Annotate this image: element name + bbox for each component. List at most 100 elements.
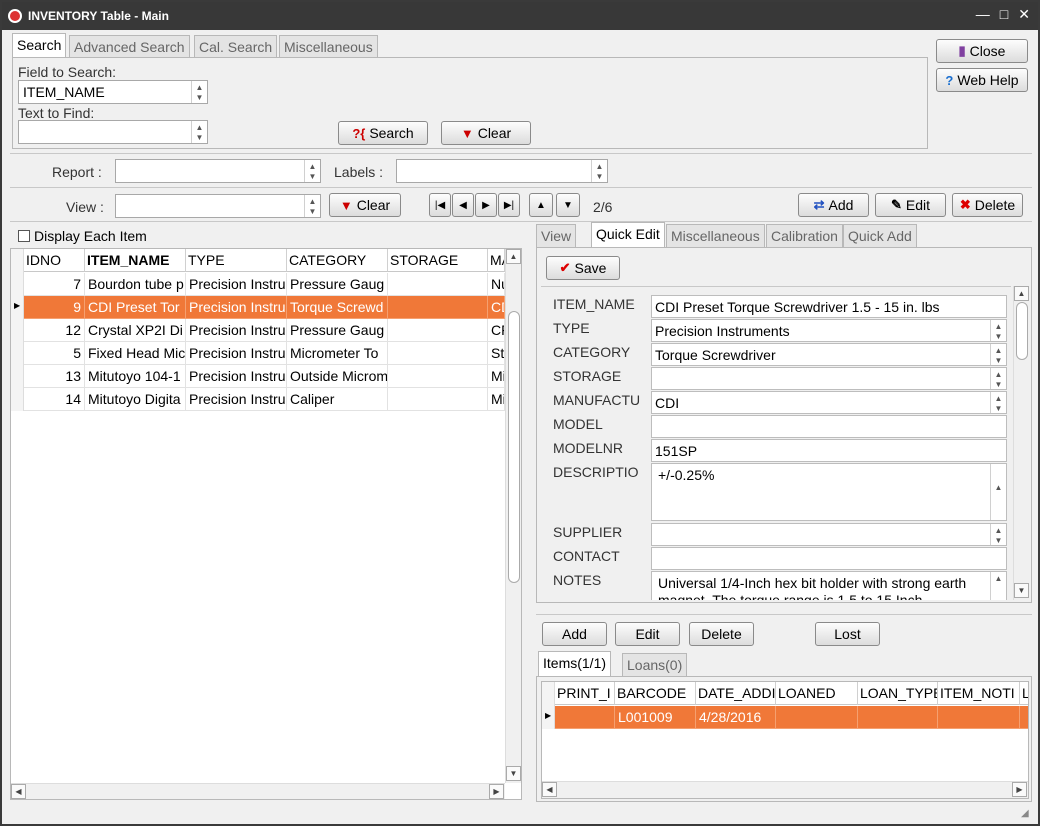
scroll-left-icon[interactable]: ◀ [542,782,557,797]
column-header[interactable]: BARCODE [615,682,696,705]
column-header[interactable]: IDNO [24,249,85,272]
last-record-button[interactable]: ▶| [498,193,520,217]
tab-quick-add[interactable]: Quick Add [843,224,917,247]
type-combo[interactable]: Precision Instruments ▲ ▼ [651,319,1007,342]
sub-delete-button[interactable]: Delete [689,622,754,646]
search-button[interactable]: ?{ Search [338,121,428,145]
scroll-left-icon[interactable]: ◀ [11,784,26,799]
tab-items[interactable]: Items(1/1) [538,651,612,676]
tab-search[interactable]: Search [12,33,67,58]
edit-button[interactable]: ✎ Edit [875,193,946,217]
web-help-button[interactable]: ? Web Help [936,68,1028,92]
column-header[interactable]: TYPE [186,249,287,272]
descriptio-textarea[interactable]: +/-0.25% ▲▼ [651,463,1007,521]
notes-value: Universal 1/4-Inch hex bit holder with s… [658,575,967,600]
field-to-search-combo[interactable]: ITEM_NAME ▲ ▼ [18,80,208,104]
tab-cal-search[interactable]: Cal. Search [194,35,278,58]
title-bar[interactable]: INVENTORY Table - Main — □ ✕ [2,2,1038,30]
spin-arrows-icon[interactable]: ▲ ▼ [990,392,1006,413]
textarea-scroll-icon[interactable]: ▲▼ [990,464,1006,520]
table-cell: Mitutoyo 104-1 [85,365,186,388]
tab-miscellaneous-search[interactable]: Miscellaneous [279,35,378,58]
view-combo[interactable]: ▲ ▼ [115,194,321,218]
spin-arrows-icon[interactable]: ▲ ▼ [990,524,1006,545]
display-each-item-checkbox[interactable]: Display Each Item [18,228,147,244]
spin-arrows-icon[interactable]: ▲ ▼ [191,121,207,143]
column-header[interactable]: ITEM_NOTI [938,682,1020,705]
spin-arrows-icon[interactable]: ▲ ▼ [304,160,320,182]
save-button[interactable]: ✔ Save [546,256,620,280]
add-button[interactable]: ⇄ Add [798,193,869,217]
item-name-input[interactable]: CDI Preset Torque Screwdriver 1.5 - 15 i… [651,295,1007,318]
column-header[interactable]: LOANED [776,682,858,705]
scroll-down-icon[interactable]: ▼ [1014,583,1029,598]
storage-combo[interactable]: ▲ ▼ [651,367,1007,390]
descriptio-label: DESCRIPTIO [553,464,639,480]
spin-arrows-icon[interactable]: ▲ ▼ [990,344,1006,365]
column-header[interactable]: MA [488,249,505,272]
category-combo[interactable]: Torque Screwdriver ▲ ▼ [651,343,1007,366]
table-cell [388,365,488,388]
first-record-button[interactable]: |◀ [429,193,451,217]
tab-loans[interactable]: Loans(0) [622,653,688,676]
tab-calibration[interactable]: Calibration [766,224,843,247]
checkbox-box[interactable] [18,230,30,242]
scroll-down-icon[interactable]: ▼ [506,766,521,781]
modelnr-input[interactable]: 151SP [651,439,1007,462]
sub-add-button[interactable]: Add [542,622,607,646]
field-to-search-value: ITEM_NAME [23,84,105,100]
sub-edit-button[interactable]: Edit [615,622,680,646]
scroll-up-icon[interactable]: ▲ [1014,286,1029,301]
spin-arrows-icon[interactable]: ▲ ▼ [990,368,1006,389]
view-clear-button[interactable]: ▼ Clear [329,193,401,217]
column-header[interactable]: CATEGORY [287,249,388,272]
text-to-find-input[interactable]: ▲ ▼ [18,120,208,144]
model-input[interactable] [651,415,1007,438]
table-cell [1020,706,1028,729]
tab-advanced-search[interactable]: Advanced Search [69,35,190,58]
current-row-arrow-icon: ▶ [545,711,552,720]
spin-arrows-icon[interactable]: ▲ ▼ [990,320,1006,341]
column-header[interactable]: LOAN_TYPE [858,682,938,705]
spin-arrows-icon[interactable]: ▲ ▼ [304,195,320,217]
spin-arrows-icon[interactable]: ▲ ▼ [191,81,207,103]
form-vertical-scrollbar[interactable]: ▲ ▼ [1013,286,1030,600]
column-header[interactable]: STORAGE [388,249,488,272]
move-down-button[interactable]: ▼ [556,193,580,217]
prev-record-button[interactable]: ◀ [452,193,474,217]
tab-view[interactable]: View [536,224,577,247]
scroll-right-icon[interactable]: ▶ [489,784,504,799]
scroll-up-icon[interactable]: ▲ [506,249,521,264]
column-header[interactable]: ITEM_NAME [85,249,186,272]
maximize-icon[interactable]: □ [1000,6,1008,23]
textarea-scroll-icon[interactable]: ▲ [990,572,1006,600]
column-header[interactable]: PRINT_I [555,682,615,705]
move-up-button[interactable]: ▲ [529,193,553,217]
scroll-thumb[interactable] [508,311,520,583]
grid-horizontal-scrollbar[interactable]: ◀ ▶ [11,783,505,799]
close-window-icon[interactable]: ✕ [1018,6,1030,23]
grid-vertical-scrollbar[interactable]: ▲ ▼ [505,249,521,783]
tab-quick-edit[interactable]: Quick Edit [591,222,665,247]
delete-button[interactable]: ✖ Delete [952,193,1023,217]
spin-arrows-icon[interactable]: ▲ ▼ [591,160,607,182]
contact-input[interactable] [651,547,1007,570]
close-button[interactable]: ▮ Close [936,39,1028,63]
resize-grip-icon[interactable]: ◢ [1021,808,1029,819]
items-horizontal-scrollbar[interactable]: ◀ ▶ [542,781,1028,798]
tab-miscellaneous[interactable]: Miscellaneous [666,224,765,247]
supplier-combo[interactable]: ▲ ▼ [651,523,1007,546]
column-header[interactable]: DATE_ADDI [696,682,776,705]
lost-button[interactable]: Lost [815,622,880,646]
notes-textarea[interactable]: Universal 1/4-Inch hex bit holder with s… [651,571,1007,600]
scroll-right-icon[interactable]: ▶ [1012,782,1027,797]
manufactu-combo[interactable]: CDI ▲ ▼ [651,391,1007,414]
search-clear-button[interactable]: ▼ Clear [441,121,531,145]
column-header[interactable]: L [1020,682,1028,705]
next-record-button[interactable]: ▶ [475,193,497,217]
minimize-icon[interactable]: — [976,6,990,23]
table-cell: 9 [24,296,85,319]
scroll-thumb[interactable] [1016,302,1028,360]
labels-combo[interactable]: ▲ ▼ [396,159,608,183]
report-combo[interactable]: ▲ ▼ [115,159,321,183]
